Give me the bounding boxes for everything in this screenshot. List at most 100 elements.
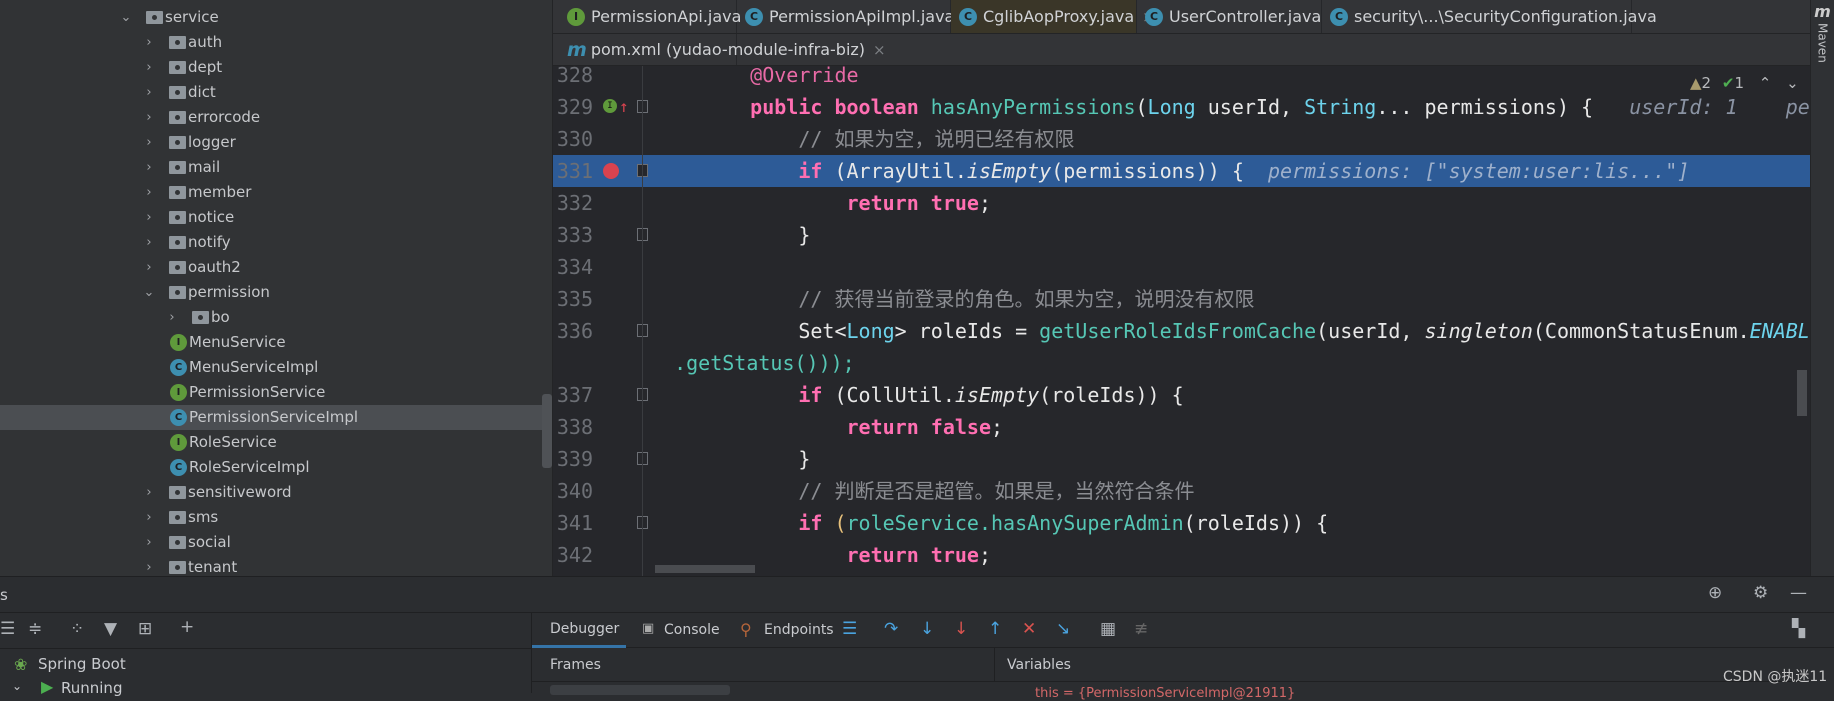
chevron-right-icon[interactable]: ›	[143, 555, 155, 576]
threads-icon[interactable]: ☰	[842, 619, 857, 639]
tab-endpoints[interactable]: Endpoints	[764, 622, 834, 638]
step-out-icon[interactable]: ↑	[988, 619, 1002, 639]
chevron-down-icon[interactable]: ⌄	[12, 679, 22, 693]
drop-frame-icon[interactable]: ✕	[1022, 619, 1036, 639]
trace-icon[interactable]: ≢	[1134, 619, 1148, 639]
code-line[interactable]: 337 if (CollUtil.isEmpty(roleIds)) {	[553, 379, 1810, 411]
tree-item[interactable]: › bo	[0, 305, 552, 330]
code-line[interactable]: 341 if (roleService.hasAnySuperAdmin(rol…	[553, 507, 1810, 539]
step-over-icon[interactable]: ↓	[920, 619, 934, 639]
show-execution-point-icon[interactable]: ↷	[884, 619, 898, 639]
editor-vscroll-marker[interactable]	[1797, 370, 1807, 416]
editor-tab[interactable]: Csecurity\...\SecurityConfiguration.java	[1322, 0, 1657, 33]
code-line[interactable]: 340 // 判断是否是超管。如果是，当然符合条件	[553, 475, 1810, 507]
maven-label[interactable]: Maven	[1816, 23, 1830, 63]
next-icon[interactable]: ⌄	[1786, 74, 1799, 92]
chevron-down-icon[interactable]: ⌄	[120, 5, 132, 30]
tree-item[interactable]: › auth	[0, 30, 552, 55]
previous-icon[interactable]: ⌃	[1759, 74, 1772, 92]
code-line[interactable]: .getStatus()));	[553, 347, 1810, 379]
project-tree-scrollbar[interactable]	[542, 394, 552, 468]
variable-this[interactable]: this = {PermissionServiceImpl@21911}	[1035, 686, 1295, 701]
code-line[interactable]: 330 // 如果为空，说明已经有权限	[553, 123, 1810, 155]
new-service-icon[interactable]: ⊞	[138, 619, 152, 639]
code-line[interactable]: 331 if (ArrayUtil.isEmpty(permissions)) …	[553, 155, 1810, 187]
chevron-right-icon[interactable]: ›	[143, 180, 155, 205]
minimize-icon[interactable]: —	[1790, 583, 1807, 603]
chevron-right-icon[interactable]: ›	[143, 530, 155, 555]
chevron-right-icon[interactable]: ›	[166, 305, 178, 330]
chevron-right-icon[interactable]: ›	[143, 30, 155, 55]
chevron-right-icon[interactable]: ›	[143, 230, 155, 255]
editor-tab[interactable]: CPermissionApiImpl.java×	[737, 0, 975, 33]
editor-tab[interactable]: m pom.xml (yudao-module-infra-biz) ×	[559, 34, 886, 65]
chevron-right-icon[interactable]: ›	[143, 505, 155, 530]
chevron-right-icon[interactable]: ›	[143, 255, 155, 280]
editor-tab[interactable]: CUserController.java×	[1137, 0, 1342, 33]
code-editor[interactable]: 328 @Override 329 public boolean hasAnyPe…	[553, 66, 1810, 576]
chevron-right-icon[interactable]: ›	[143, 130, 155, 155]
layout-icon[interactable]: ▚	[1792, 619, 1805, 639]
breakpoint-icon[interactable]	[603, 163, 619, 179]
tree-item[interactable]: I RoleService	[0, 430, 552, 455]
code-line[interactable]: 339 }	[553, 443, 1810, 475]
tree-item[interactable]: › member	[0, 180, 552, 205]
chevron-right-icon[interactable]: ›	[143, 205, 155, 230]
frames-dropdown[interactable]	[550, 685, 730, 695]
tree-item[interactable]: C MenuServiceImpl	[0, 355, 552, 380]
tab-debugger[interactable]: Debugger	[532, 613, 626, 648]
code-line[interactable]: 329 public boolean hasAnyPermissions(Lon…	[553, 91, 1810, 123]
gear-icon[interactable]: ⚙	[1753, 583, 1768, 603]
editor-tab[interactable]: IPermissionApi.java×	[559, 0, 762, 33]
code-line[interactable]: 333 }	[553, 219, 1810, 251]
tab-console[interactable]: Console	[664, 622, 720, 638]
inspection-widget[interactable]: ▲2 ✔1 ⌃ ⌄	[1690, 74, 1799, 92]
code-line[interactable]: 336 Set<Long> roleIds = getUserRoleIdsFr…	[553, 315, 1810, 347]
chevron-right-icon[interactable]: ›	[143, 55, 155, 80]
editor-hscrollbar[interactable]	[655, 565, 755, 573]
code-line[interactable]: 332 return true;	[553, 187, 1810, 219]
add-icon[interactable]: +	[180, 617, 194, 637]
tree-item[interactable]: › oauth2	[0, 255, 552, 280]
tree-item[interactable]: › mail	[0, 155, 552, 180]
code-line[interactable]: 334	[553, 251, 1810, 283]
tree-item[interactable]: › notify	[0, 230, 552, 255]
tree-item[interactable]: › social	[0, 530, 552, 555]
chevron-right-icon[interactable]: ›	[143, 155, 155, 180]
chevron-right-icon[interactable]: ›	[143, 480, 155, 505]
code-line[interactable]: 338 return false;	[553, 411, 1810, 443]
tree-item[interactable]: › logger	[0, 130, 552, 155]
tree-item[interactable]: › notice	[0, 205, 552, 230]
maven-sidebar[interactable]: m Maven	[1810, 0, 1834, 576]
tree-item[interactable]: I MenuService	[0, 330, 552, 355]
expand-all-icon[interactable]: ☰	[0, 619, 15, 639]
chevron-right-icon[interactable]: ›	[143, 80, 155, 105]
tree-item[interactable]: ⌄ permission	[0, 280, 552, 305]
chevron-down-icon[interactable]: ⌄	[143, 280, 155, 305]
locate-icon[interactable]: ⊕	[1708, 583, 1722, 603]
tree-item[interactable]: › dept	[0, 55, 552, 80]
filter-icon[interactable]: ▼	[104, 619, 117, 639]
tree-item[interactable]: C RoleServiceImpl	[0, 455, 552, 480]
tree-item[interactable]: C PermissionServiceImpl	[0, 405, 552, 430]
tree-item[interactable]: › sensitiveword	[0, 480, 552, 505]
tree-item[interactable]: › errorcode	[0, 105, 552, 130]
implements-icon[interactable]: I	[603, 99, 617, 113]
evaluate-icon[interactable]: ▦	[1100, 619, 1116, 639]
close-icon[interactable]: ×	[873, 41, 886, 59]
code-line[interactable]: 335 // 获得当前登录的角色。如果为空，说明没有权限	[553, 283, 1810, 315]
step-into-icon[interactable]: ↓	[954, 619, 968, 639]
tree-item[interactable]: I PermissionService	[0, 380, 552, 405]
tree-item[interactable]: ⌄ service	[0, 5, 552, 30]
tree-item[interactable]: › sms	[0, 505, 552, 530]
tree-item[interactable]: › tenant	[0, 555, 552, 576]
run-to-cursor-icon[interactable]: ↘	[1056, 619, 1070, 639]
service-spring-boot[interactable]: Spring Boot	[38, 655, 126, 673]
group-icon[interactable]: ⁘	[70, 619, 84, 639]
tree-item[interactable]: › dict	[0, 80, 552, 105]
chevron-right-icon[interactable]: ›	[143, 105, 155, 130]
code-line[interactable]: 328 @Override	[553, 66, 1810, 91]
service-running[interactable]: Running	[61, 679, 122, 697]
editor-tab[interactable]: CCglibAopProxy.java×	[951, 0, 1155, 33]
collapse-all-icon[interactable]: ≑	[28, 619, 42, 639]
